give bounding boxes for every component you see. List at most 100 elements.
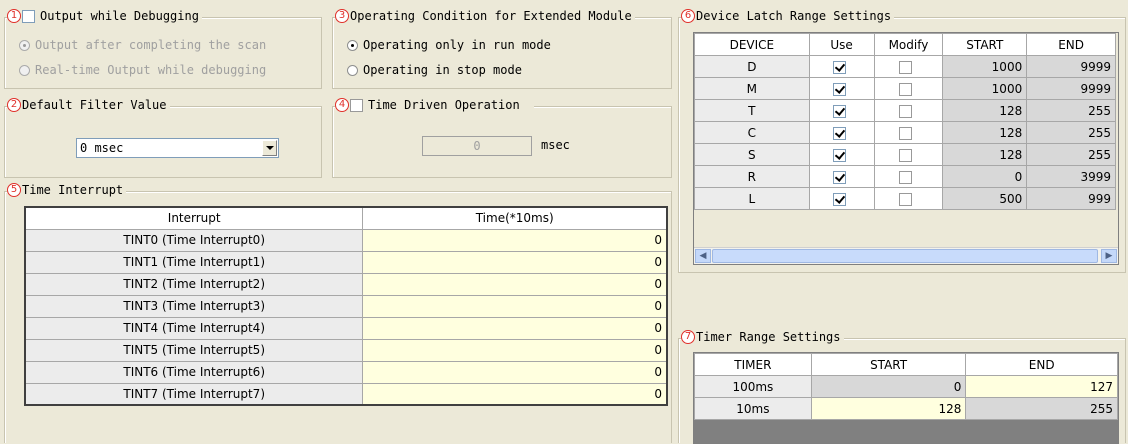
interrupt-name: TINT0 (Time Interrupt0) [24,228,364,252]
column-header-end[interactable]: END [1026,33,1116,56]
timer-range-grid: TIMER START END 100ms 0 127 10ms 128 255 [693,352,1119,444]
table-row: S 128 255 [694,143,1116,166]
interrupt-time-cell[interactable]: 0 [362,382,668,406]
arrow-left-icon[interactable]: ◀ [695,249,711,263]
use-checkbox[interactable] [832,170,846,184]
modify-cell [873,99,944,122]
use-checkbox[interactable] [832,82,846,96]
start-cell[interactable]: 128 [810,397,967,420]
column-header-start[interactable]: START [810,353,967,376]
timer-range-label: Timer Range Settings [696,330,841,344]
modify-checkbox[interactable] [899,82,913,96]
column-header-modify[interactable]: Modify [873,33,944,56]
radio-icon [347,64,358,76]
marker-5: 5 [7,183,21,197]
device-name: R [694,165,810,188]
time-driven-unit: msec [541,138,570,152]
device-latch-label: Device Latch Range Settings [696,9,892,23]
interrupt-name: TINT4 (Time Interrupt4) [24,316,364,340]
output-debug-checkbox[interactable] [22,9,35,23]
start-cell[interactable]: 128 [942,121,1028,144]
use-checkbox[interactable] [832,192,846,206]
end-cell[interactable]: 3999 [1026,165,1116,188]
interrupt-time-cell[interactable]: 0 [362,272,668,296]
start-cell[interactable]: 128 [942,143,1028,166]
start-cell[interactable]: 0 [810,375,967,398]
modify-checkbox[interactable] [899,192,913,206]
interrupt-time-cell[interactable]: 0 [362,294,668,318]
time-interrupt-title: 5 Time Interrupt [7,183,127,197]
scrollbar-thumb[interactable] [712,249,1098,263]
device-latch-table: DEVICE Use Modify START END D 1000 9999 … [694,33,1116,210]
column-header-end[interactable]: END [965,353,1118,376]
end-cell[interactable]: 9999 [1026,77,1116,100]
marker-6: 6 [681,9,695,23]
output-after-scan-label: Output after completing the scan [35,38,267,52]
time-driven-input[interactable]: 0 [422,136,532,156]
table-row: R 0 3999 [694,165,1116,188]
radio-icon [347,39,358,51]
operating-condition-label: Operating Condition for Extended Module [350,9,632,23]
interrupt-name: TINT3 (Time Interrupt3) [24,294,364,318]
table-row: TINT2 (Time Interrupt2) 0 [24,272,668,296]
time-driven-value: 0 [473,139,481,153]
chevron-down-icon[interactable] [262,140,277,156]
column-header-start[interactable]: START [942,33,1028,56]
interrupt-time-cell[interactable]: 0 [362,360,668,384]
modify-checkbox[interactable] [899,60,913,74]
timer-name: 10ms [694,397,812,420]
column-header-use[interactable]: Use [808,33,875,56]
end-cell[interactable]: 9999 [1026,55,1116,78]
modify-checkbox[interactable] [899,148,913,162]
use-cell [808,55,875,78]
timer-range-group: 7 Timer Range Settings TIMER START END 1… [678,330,1126,444]
arrow-right-icon[interactable]: ▶ [1101,249,1117,263]
start-cell[interactable]: 128 [942,99,1028,122]
start-cell[interactable]: 1000 [942,77,1028,100]
end-cell[interactable]: 999 [1026,187,1116,210]
end-cell[interactable]: 255 [1026,143,1116,166]
marker-4: 4 [335,98,349,112]
column-header-time[interactable]: Time(*10ms) [362,206,668,230]
end-cell[interactable]: 127 [965,375,1118,398]
use-checkbox[interactable] [832,104,846,118]
horizontal-scrollbar[interactable]: ◀ ▶ [694,247,1118,264]
timer-range-title: 7 Timer Range Settings [681,330,844,344]
use-checkbox[interactable] [832,60,846,74]
modify-checkbox[interactable] [899,170,913,184]
time-driven-checkbox[interactable] [350,98,363,112]
table-header-row: DEVICE Use Modify START END [694,33,1116,56]
output-after-scan-radio[interactable]: Output after completing the scan [19,38,266,52]
end-cell[interactable]: 255 [965,397,1118,420]
interrupt-time-cell[interactable]: 0 [362,250,668,274]
filter-title: 2 Default Filter Value [7,98,170,112]
end-cell[interactable]: 255 [1026,121,1116,144]
modify-checkbox[interactable] [899,126,913,140]
interrupt-time-cell[interactable]: 0 [362,338,668,362]
marker-1: 1 [7,9,21,23]
table-header-row: TIMER START END [694,353,1118,376]
modify-checkbox[interactable] [899,104,913,118]
use-checkbox[interactable] [832,148,846,162]
start-cell[interactable]: 0 [942,165,1028,188]
column-header-device[interactable]: DEVICE [694,33,810,56]
interrupt-name: TINT6 (Time Interrupt6) [24,360,364,384]
realtime-output-radio[interactable]: Real-time Output while debugging [19,63,266,77]
marker-3: 3 [335,9,349,23]
interrupt-time-cell[interactable]: 0 [362,228,668,252]
use-checkbox[interactable] [832,126,846,140]
filter-select[interactable]: 0 msec [76,138,279,158]
run-mode-radio[interactable]: Operating only in run mode [347,38,551,52]
radio-icon [19,64,30,76]
stop-mode-radio[interactable]: Operating in stop mode [347,63,522,77]
table-row: TINT3 (Time Interrupt3) 0 [24,294,668,318]
start-cell[interactable]: 500 [942,187,1028,210]
modify-cell [873,187,944,210]
column-header-timer[interactable]: TIMER [694,353,812,376]
interrupt-name: TINT1 (Time Interrupt1) [24,250,364,274]
start-cell[interactable]: 1000 [942,55,1028,78]
device-name: S [694,143,810,166]
interrupt-time-cell[interactable]: 0 [362,316,668,340]
end-cell[interactable]: 255 [1026,99,1116,122]
column-header-interrupt[interactable]: Interrupt [24,206,364,230]
